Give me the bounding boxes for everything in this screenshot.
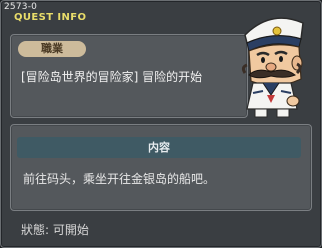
quest-info-window: 2573-0 QUEST INFO 職業 [冒险岛世界的冒险家] 冒险的开始 内… — [0, 0, 322, 248]
quest-status: 狀態: 可開始 — [21, 223, 89, 237]
job-tag: 職業 — [18, 41, 86, 57]
quest-name: [冒险岛世界的冒险家] 冒险的开始 — [21, 70, 203, 84]
window-title: QUEST INFO — [14, 12, 87, 23]
content-header: 内容 — [17, 137, 301, 158]
quest-summary-panel: 職業 [冒险岛世界的冒险家] 冒险的开始 — [10, 34, 248, 118]
sailor-captain-npc-icon — [241, 17, 304, 118]
window-id: 2573-0 — [4, 2, 38, 12]
content-text: 前往码头，乘坐开往金银岛的船吧。 — [23, 172, 216, 186]
quest-content-panel: 内容 前往码头，乘坐开往金银岛的船吧。 — [10, 124, 312, 211]
